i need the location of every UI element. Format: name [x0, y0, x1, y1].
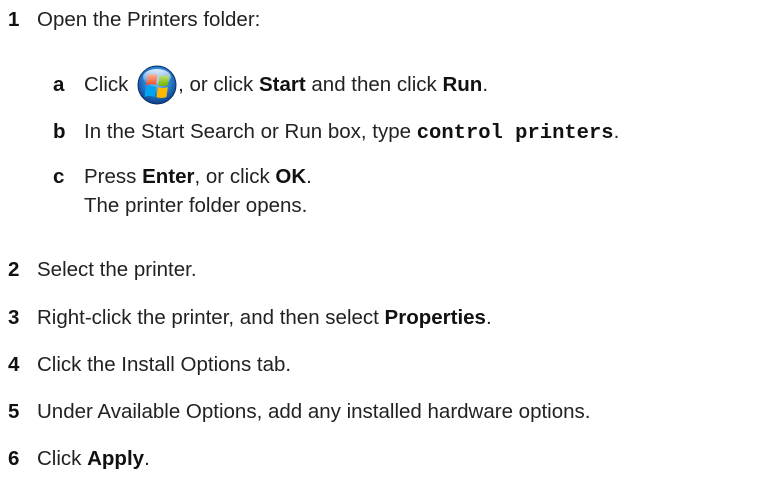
substep-text: , or click — [194, 165, 276, 188]
step-2: 2 Select the printer. — [8, 258, 197, 282]
ok-label: OK — [275, 165, 307, 188]
step-text: Open the Printers folder: — [37, 8, 261, 31]
substep-c-result: The printer folder opens. — [84, 194, 308, 217]
substep-letter: a — [53, 73, 65, 96]
properties-label: Properties — [384, 306, 486, 329]
step-1: 1 Open the Printers folder: — [8, 8, 260, 32]
step-5: 5 Under Available Options, add any instal… — [8, 400, 590, 424]
step-number: 2 — [8, 258, 20, 281]
step-number: 6 — [8, 447, 20, 470]
step-number: 4 — [8, 353, 20, 376]
windows-start-orb-icon — [137, 65, 177, 105]
step-text: Right-click the printer, and then select — [37, 306, 385, 329]
substep-text: . — [613, 120, 620, 143]
step-text: Click the Install Options tab. — [37, 353, 292, 376]
step-3: 3 Right-click the printer, and then selec… — [8, 306, 492, 330]
substep-letter: c — [53, 165, 65, 188]
substep-letter: b — [53, 120, 66, 143]
step-number: 3 — [8, 306, 20, 329]
substep-text: . — [306, 165, 312, 188]
substep-text: and then click — [305, 73, 443, 96]
start-label: Start — [258, 73, 306, 96]
step-text: Select the printer. — [37, 258, 197, 281]
substep-text: . — [482, 73, 489, 96]
command-code: control printers — [416, 122, 614, 145]
substep-a: a Click , or click Start and then click R… — [53, 65, 489, 105]
step-text: Under Available Options, add any install… — [37, 400, 591, 423]
step-4: 4 Click the Install Options tab. — [8, 353, 291, 377]
substep-c: c Press Enter, or click OK. — [53, 165, 312, 189]
step-number: 1 — [8, 8, 20, 31]
step-number: 5 — [8, 400, 20, 423]
substep-b: b In the Start Search or Run box, type co… — [53, 120, 619, 146]
substep-text: Press — [84, 165, 143, 188]
enter-label: Enter — [142, 165, 195, 188]
substep-text: , or click — [178, 73, 259, 96]
step-text: . — [485, 306, 492, 329]
step-6: 6 Click Apply. — [8, 447, 150, 471]
step-text: Click — [37, 447, 88, 470]
run-label: Run — [442, 73, 483, 96]
substep-text: In the Start Search or Run box, type — [84, 120, 417, 143]
apply-label: Apply — [87, 447, 145, 470]
step-text: . — [144, 447, 150, 470]
substep-text: Click — [84, 73, 135, 96]
